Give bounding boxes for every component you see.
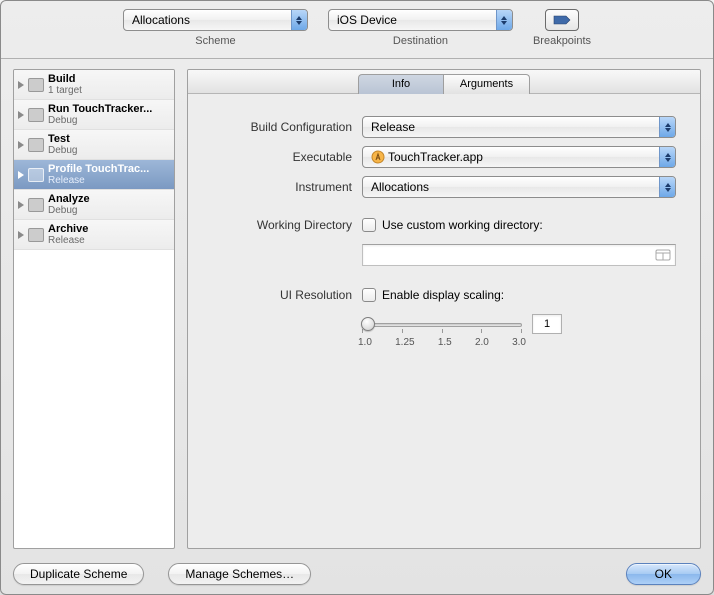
destination-value: iOS Device [337,13,397,27]
sidebar-item-title: Run TouchTracker... [48,103,152,115]
tick-label: 1.0 [358,337,372,348]
uires-label: UI Resolution [212,288,352,302]
workdir-check-label: Use custom working directory: [382,218,543,232]
sidebar-item[interactable]: Run TouchTracker...Debug [14,100,174,130]
sidebar-item[interactable]: Profile TouchTrac...Release [14,160,174,190]
tick-label: 3.0 [512,337,526,348]
disclosure-triangle-icon[interactable] [18,171,24,179]
disclosure-triangle-icon[interactable] [18,81,24,89]
sidebar-item-title: Archive [48,223,88,235]
sidebar-item-subtitle: Debug [48,205,90,216]
scheme-action-icon [28,228,44,242]
popup-arrows-icon [291,10,307,30]
popup-arrows-icon [659,177,675,197]
disclosure-triangle-icon[interactable] [18,111,24,119]
sidebar-item[interactable]: AnalyzeDebug [14,190,174,220]
app-icon [371,150,385,164]
popup-arrows-icon [659,147,675,167]
tick-label: 2.0 [475,337,489,348]
scheme-actions-sidebar: Build1 targetRun TouchTracker...DebugTes… [13,69,175,549]
content-area: Build1 targetRun TouchTracker...DebugTes… [1,59,713,549]
sidebar-item-subtitle: Release [48,235,88,246]
scheme-action-icon [28,198,44,212]
uires-checkbox[interactable] [362,288,376,302]
scheme-action-icon [28,168,44,182]
footer: Duplicate Scheme Manage Schemes… OK [1,554,713,594]
destination-group: iOS Device Destination [328,9,513,58]
disclosure-triangle-icon[interactable] [18,201,24,209]
duplicate-scheme-button[interactable]: Duplicate Scheme [13,563,144,585]
workdir-path-input[interactable] [362,244,676,266]
tab-arguments[interactable]: Arguments [444,74,530,94]
scheme-popup[interactable]: Allocations [123,9,308,31]
uires-check-label: Enable display scaling: [382,288,504,302]
sidebar-item-title: Profile TouchTrac... [48,163,149,175]
destination-popup[interactable]: iOS Device [328,9,513,31]
workdir-label: Working Directory [212,218,352,232]
scheme-editor-window: Allocations Scheme iOS Device Destinatio… [0,0,714,595]
scheme-value: Allocations [132,13,190,27]
instrument-popup[interactable]: Allocations [362,176,676,198]
slider-ticks-labels: 1.0 1.25 1.5 2.0 3.0 [358,337,526,348]
breakpoints-button[interactable] [545,9,579,31]
executable-label: Executable [212,150,352,164]
sidebar-item-subtitle: 1 target [48,85,82,96]
ok-button[interactable]: OK [626,563,701,585]
build-config-popup[interactable]: Release [362,116,676,138]
build-config-value: Release [371,120,415,134]
toolbar: Allocations Scheme iOS Device Destinatio… [1,1,713,59]
tab-bar: Info Arguments [188,70,700,94]
sidebar-item[interactable]: TestDebug [14,130,174,160]
info-form: Build Configuration Release Executable [188,94,700,366]
sidebar-item-subtitle: Debug [48,145,77,156]
disclosure-triangle-icon[interactable] [18,231,24,239]
popup-arrows-icon [496,10,512,30]
instrument-value: Allocations [371,180,429,194]
tick-label: 1.5 [438,337,452,348]
sidebar-item-subtitle: Release [48,175,149,186]
tab-info[interactable]: Info [358,74,444,94]
sidebar-item-title: Test [48,133,77,145]
folder-icon [655,249,671,261]
instrument-label: Instrument [212,180,352,194]
sidebar-item-subtitle: Debug [48,115,152,126]
uires-slider[interactable] [362,316,522,332]
disclosure-triangle-icon[interactable] [18,141,24,149]
scheme-action-icon [28,78,44,92]
sidebar-item[interactable]: ArchiveRelease [14,220,174,250]
executable-popup[interactable]: TouchTracker.app [362,146,676,168]
tick-label: 1.25 [395,337,414,348]
breakpoints-caption: Breakpoints [533,35,591,47]
breakpoint-icon [553,15,571,25]
executable-value: TouchTracker.app [388,150,483,164]
build-config-label: Build Configuration [212,120,352,134]
popup-arrows-icon [659,117,675,137]
scheme-action-icon [28,108,44,122]
scheme-action-icon [28,138,44,152]
scheme-caption: Scheme [195,35,235,47]
slider-thumb-icon[interactable] [361,317,375,331]
sidebar-item[interactable]: Build1 target [14,70,174,100]
sidebar-item-title: Build [48,73,82,85]
scheme-group: Allocations Scheme [123,9,308,58]
manage-schemes-button[interactable]: Manage Schemes… [168,563,311,585]
workdir-checkbox[interactable] [362,218,376,232]
sidebar-item-title: Analyze [48,193,90,205]
destination-caption: Destination [393,35,448,47]
main-panel: Info Arguments Build Configuration Relea… [187,69,701,549]
uires-value[interactable]: 1 [532,314,562,334]
breakpoints-group: Breakpoints [533,9,591,58]
